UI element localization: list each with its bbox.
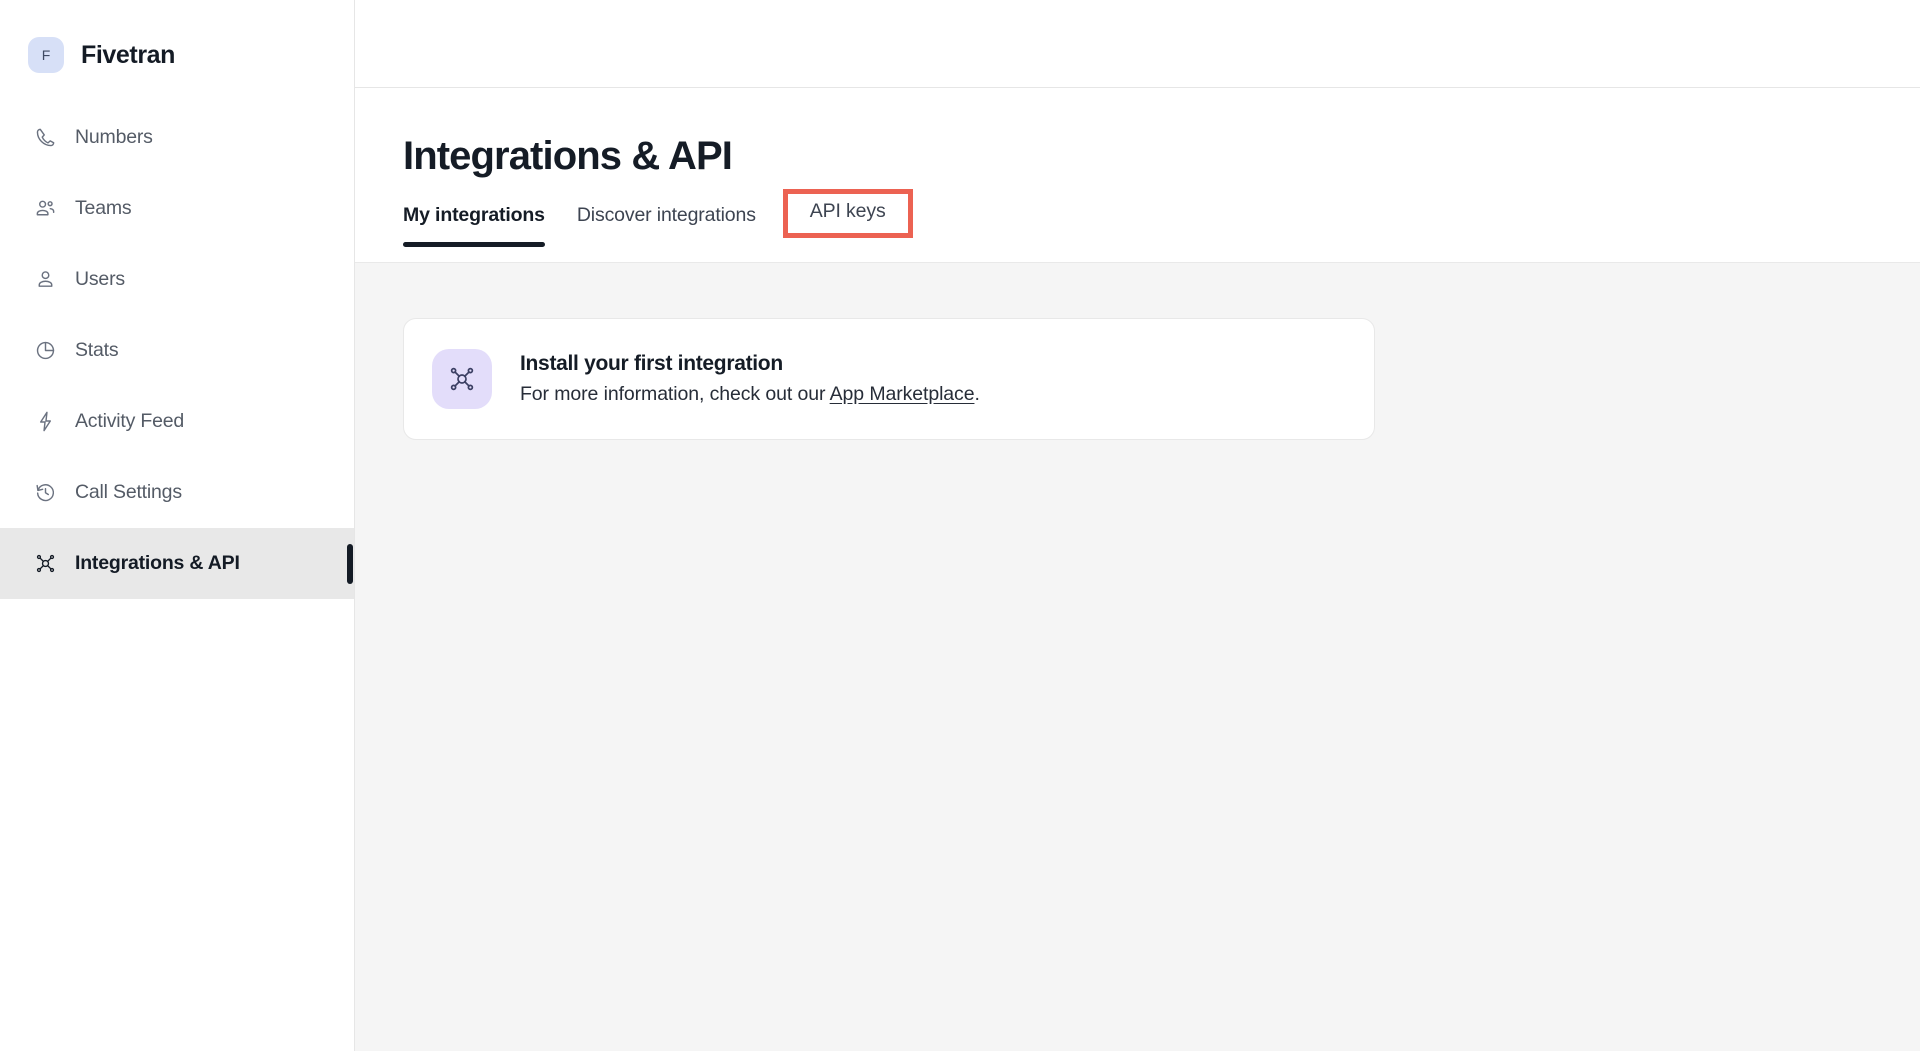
sidebar-item-label: Stats <box>75 339 119 361</box>
sidebar-item-label: Activity Feed <box>75 410 185 432</box>
sidebar: F Fivetran Numbers Teams Users Stats Act… <box>0 0 355 1051</box>
content-area: Install your first integration For more … <box>355 263 1920 1051</box>
sidebar-item-stats[interactable]: Stats <box>0 315 354 386</box>
main-region: Integrations & API My integrations Disco… <box>355 0 1920 1051</box>
sidebar-item-users[interactable]: Users <box>0 244 354 315</box>
network-hub-icon <box>33 552 57 576</box>
pie-chart-icon <box>33 339 57 363</box>
sidebar-item-label: Teams <box>75 197 132 219</box>
card-title: Install your first integration <box>520 352 783 375</box>
sidebar-item-teams[interactable]: Teams <box>0 173 354 244</box>
sidebar-nav: Numbers Teams Users Stats Activity Feed … <box>0 102 354 599</box>
tab-api-keys[interactable]: API keys <box>782 189 913 238</box>
tab-my-integrations[interactable]: My integrations <box>403 204 561 247</box>
sidebar-item-label: Numbers <box>75 126 153 148</box>
card-text-block: Install your first integration For more … <box>520 352 980 406</box>
brand-name: Fivetran <box>81 40 176 69</box>
sidebar-item-activity-feed[interactable]: Activity Feed <box>0 386 354 457</box>
page-header: Integrations & API My integrations Disco… <box>355 88 1920 263</box>
sidebar-item-label: Users <box>75 268 125 290</box>
card-subtitle: For more information, check out our App … <box>520 383 980 406</box>
tab-label: Discover integrations <box>576 204 756 226</box>
card-subtitle-suffix: . <box>974 383 980 405</box>
card-subtitle-prefix: For more information, check out our <box>520 383 830 405</box>
user-icon <box>33 268 57 292</box>
lightning-icon <box>33 410 57 434</box>
install-integration-card: Install your first integration For more … <box>403 318 1375 440</box>
tab-bar: My integrations Discover integrations AP… <box>403 189 1920 262</box>
sidebar-item-label: Call Settings <box>75 481 182 503</box>
tab-active-underline <box>403 242 545 247</box>
clock-rewind-icon <box>33 481 57 505</box>
brand-logo[interactable]: F Fivetran <box>0 0 354 88</box>
top-header-bar <box>355 0 1920 88</box>
brand-initial-badge: F <box>28 37 64 73</box>
page-title: Integrations & API <box>403 134 733 178</box>
app-marketplace-link[interactable]: App Marketplace <box>830 383 975 405</box>
tab-discover-integrations[interactable]: Discover integrations <box>561 204 772 247</box>
tab-label: API keys <box>809 200 886 222</box>
tab-label: My integrations <box>403 204 545 226</box>
sidebar-item-numbers[interactable]: Numbers <box>0 102 354 173</box>
sidebar-item-integrations-api[interactable]: Integrations & API <box>0 528 354 599</box>
phone-icon <box>33 126 57 150</box>
people-icon <box>33 197 57 221</box>
app-root: F Fivetran Numbers Teams Users Stats Act… <box>0 0 1920 1051</box>
sidebar-item-label: Integrations & API <box>75 552 240 574</box>
sidebar-item-call-settings[interactable]: Call Settings <box>0 457 354 528</box>
network-hub-icon <box>432 349 492 409</box>
active-item-indicator <box>347 543 353 584</box>
